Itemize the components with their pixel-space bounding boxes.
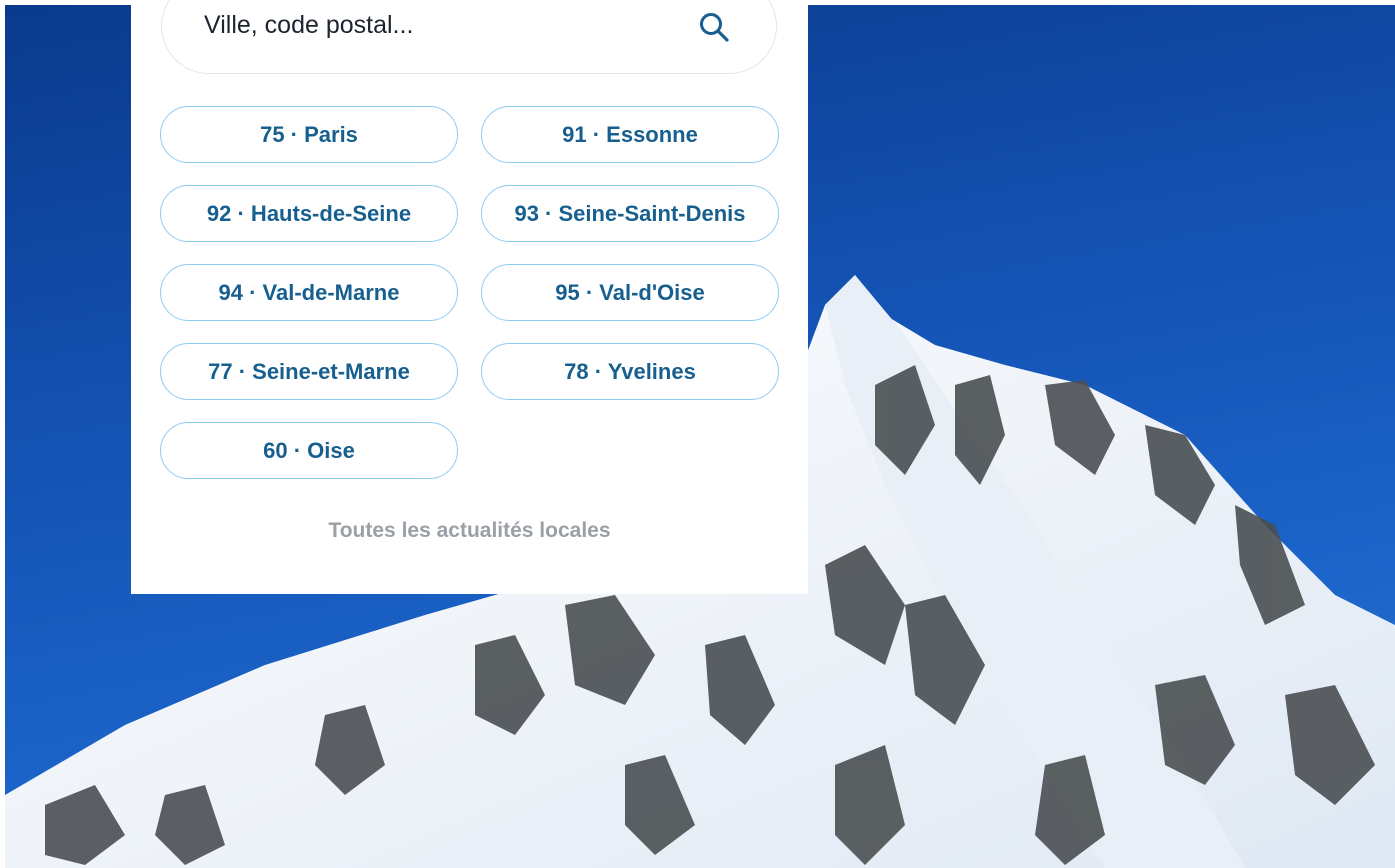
department-chip-val-de-marne[interactable]: 94 · Val-de-Marne [160,264,458,321]
search-input[interactable] [204,5,674,45]
department-chip-seine-saint-denis[interactable]: 93 · Seine-Saint-Denis [481,185,779,242]
local-news-panel: 75 · Paris 91 · Essonne 92 · Hauts-de-Se… [131,0,808,594]
department-chip-oise[interactable]: 60 · Oise [160,422,458,479]
search-icon [700,13,729,42]
department-chip-val-d-oise[interactable]: 95 · Val-d'Oise [481,264,779,321]
search-bar [161,0,777,74]
department-chip-yvelines[interactable]: 78 · Yvelines [481,343,779,400]
search-button[interactable] [696,9,732,45]
department-chip-essonne[interactable]: 91 · Essonne [481,106,779,163]
department-chip-seine-et-marne[interactable]: 77 · Seine-et-Marne [160,343,458,400]
department-chip-hauts-de-seine[interactable]: 92 · Hauts-de-Seine [160,185,458,242]
all-local-news-link[interactable]: Toutes les actualités locales [131,519,808,543]
department-chip-paris[interactable]: 75 · Paris [160,106,458,163]
